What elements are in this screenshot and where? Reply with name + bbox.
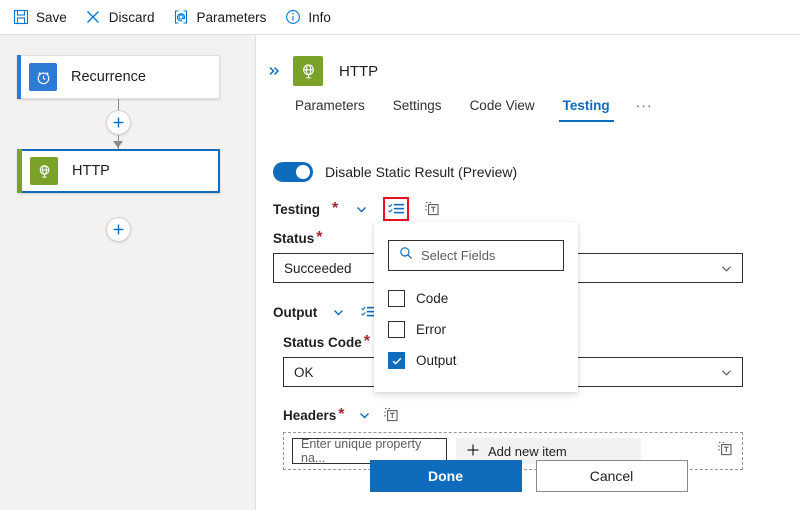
at-bracket-icon [173, 9, 190, 26]
cancel-label: Cancel [590, 468, 634, 484]
logic-app-designer-window: Save Discard Parameters [0, 0, 800, 510]
node-accent-bar [17, 149, 22, 193]
checkbox[interactable] [388, 290, 405, 307]
select-fields-item-label: Output [416, 353, 457, 368]
checkbox[interactable] [388, 352, 405, 369]
headers-label-row: Headers * [283, 404, 743, 426]
workflow-node-recurrence[interactable]: Recurrence [17, 55, 220, 99]
select-fields-item-label: Code [416, 291, 448, 306]
add-new-item-label: Add new item [488, 444, 567, 459]
required-asterisk: * [364, 333, 370, 351]
info-button[interactable]: Info [284, 4, 331, 30]
chevron-double-right-icon[interactable] [265, 64, 283, 78]
static-result-toggle-row: Disable Static Result (Preview) [273, 162, 517, 182]
tab-label: Testing [563, 98, 610, 113]
page-title: HTTP [339, 63, 378, 80]
tab-settings[interactable]: Settings [379, 91, 456, 122]
testing-section-header: Testing * [273, 197, 443, 221]
status-code-label: Status Code [283, 335, 362, 350]
action-details-pane: HTTP Parameters Settings Code View Testi… [257, 35, 800, 510]
checkbox[interactable] [388, 321, 405, 338]
select-fields-icon[interactable] [383, 197, 409, 221]
select-fields-item-label: Error [416, 322, 446, 337]
panel-header: HTTP [257, 50, 800, 92]
tab-overflow-button[interactable]: ··· [624, 90, 665, 122]
status-label: Status [273, 231, 314, 246]
panel-tabs: Parameters Settings Code View Testing ··… [281, 90, 665, 122]
globe-icon [30, 157, 58, 185]
headers-label: Headers [283, 408, 336, 423]
save-button[interactable]: Save [12, 4, 67, 30]
dialog-footer: Done Cancel [257, 460, 800, 492]
testing-label: Testing [273, 202, 320, 217]
parameters-label: Parameters [197, 10, 267, 25]
discard-label: Discard [109, 10, 155, 25]
tab-parameters[interactable]: Parameters [281, 91, 379, 122]
select-fields-popup: Select Fields Code Error [374, 222, 578, 392]
plus-icon [466, 443, 480, 460]
save-icon [12, 9, 29, 26]
add-step-between-button[interactable] [106, 110, 131, 135]
required-asterisk: * [316, 229, 322, 247]
clock-icon [29, 63, 57, 91]
disable-static-result-toggle[interactable] [273, 162, 313, 182]
chevron-down-icon[interactable] [354, 202, 369, 217]
chevron-down-icon[interactable] [357, 408, 372, 423]
cancel-button[interactable]: Cancel [536, 460, 688, 492]
tab-code-view[interactable]: Code View [456, 91, 549, 122]
dynamic-content-icon[interactable] [380, 404, 402, 426]
node-accent-bar [17, 55, 21, 99]
connector-arrowhead-icon [113, 141, 123, 148]
node-label: Recurrence [71, 69, 146, 85]
search-placeholder: Select Fields [421, 248, 495, 263]
tab-label: Settings [393, 98, 442, 113]
select-fields-list: Code Error Output [374, 283, 578, 376]
add-step-end-button[interactable] [106, 217, 131, 242]
required-asterisk: * [332, 200, 338, 218]
dynamic-content-icon[interactable] [421, 198, 443, 220]
discard-button[interactable]: Discard [85, 4, 155, 30]
info-label: Info [308, 10, 331, 25]
workflow-canvas[interactable]: Recurrence HTTP [0, 35, 256, 510]
info-circle-icon [284, 9, 301, 26]
done-button[interactable]: Done [370, 460, 522, 492]
done-label: Done [428, 468, 463, 484]
tab-label: Code View [470, 98, 535, 113]
tab-label: Parameters [295, 98, 365, 113]
toggle-knob [296, 165, 310, 179]
workflow-node-http[interactable]: HTTP [17, 149, 220, 193]
select-fields-item-error[interactable]: Error [388, 314, 564, 345]
globe-icon [293, 56, 323, 86]
chevron-down-icon [719, 365, 734, 380]
select-fields-item-output[interactable]: Output [388, 345, 564, 376]
search-icon [399, 246, 413, 265]
output-label: Output [273, 305, 317, 320]
required-asterisk: * [338, 406, 344, 424]
command-toolbar: Save Discard Parameters [0, 0, 800, 35]
toggle-label: Disable Static Result (Preview) [325, 164, 517, 180]
close-x-icon [85, 9, 102, 26]
output-section-header: Output [273, 301, 380, 323]
tab-testing[interactable]: Testing [549, 91, 624, 122]
node-label: HTTP [72, 163, 110, 179]
save-label: Save [36, 10, 67, 25]
chevron-down-icon [719, 261, 734, 276]
chevron-down-icon[interactable] [331, 305, 346, 320]
select-fields-item-code[interactable]: Code [388, 283, 564, 314]
parameters-button[interactable]: Parameters [173, 4, 267, 30]
select-fields-search-input[interactable]: Select Fields [388, 240, 564, 271]
